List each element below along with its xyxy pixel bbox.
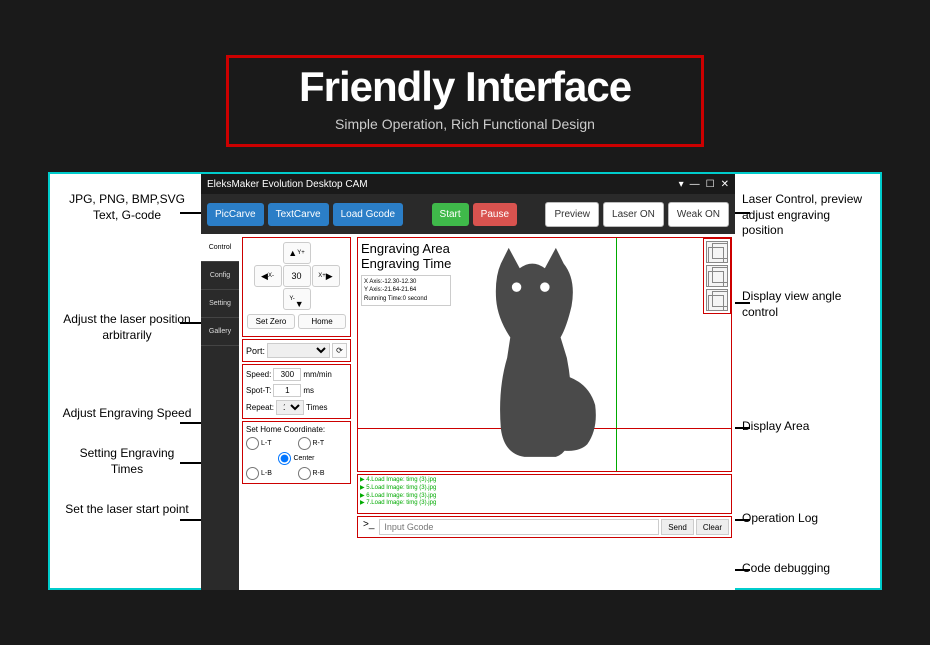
- toolbar: PicCarve TextCarve Load Gcode Start Paus…: [201, 194, 735, 234]
- stat-y: Y Axis:-21.64-21.64: [364, 286, 448, 294]
- gcode-input-row: >_ Send Clear: [357, 516, 732, 538]
- engraving-area-label: Engraving Area: [361, 241, 451, 256]
- gcode-clear-button[interactable]: Clear: [696, 519, 729, 535]
- gcode-input[interactable]: [379, 519, 659, 535]
- callout-display: Display Area: [742, 419, 872, 435]
- app-window: EleksMaker Evolution Desktop CAM ▾ — ☐ ✕…: [201, 174, 735, 590]
- view-cube-3[interactable]: [706, 289, 728, 311]
- log-line: ▶ 6.Load Image: timg (3).jpg: [360, 493, 729, 501]
- repeat-select[interactable]: 1: [276, 400, 304, 415]
- window-max-icon[interactable]: ☐: [706, 179, 715, 190]
- speed-panel: Speed: mm/min Spot-T: ms Repeat: 1 Times: [242, 364, 351, 419]
- callout-times: Setting Engraving Times: [62, 446, 192, 477]
- info-overlay: Engraving Area Engraving Time X Axis:-12…: [361, 241, 451, 306]
- home-lt[interactable]: L-T: [246, 437, 296, 450]
- start-button[interactable]: Start: [432, 203, 469, 226]
- stat-x: X Axis:-12.30-12.30: [364, 278, 448, 286]
- view-cube-1[interactable]: [706, 241, 728, 263]
- jog-x-minus[interactable]: ◀X-: [254, 265, 282, 287]
- hero-title: Friendly Interface: [289, 63, 641, 111]
- window-min-icon[interactable]: —: [690, 179, 700, 190]
- home-lb[interactable]: L-B: [246, 467, 296, 480]
- log-line: ▶ 4.Load Image: timg (3).jpg: [360, 477, 729, 485]
- callout-jog: Adjust the laser position arbitrarily: [62, 312, 192, 343]
- tab-gallery[interactable]: Gallery: [201, 318, 239, 346]
- jog-y-plus[interactable]: ▲Y+: [283, 242, 311, 264]
- callout-log: Operation Log: [742, 511, 872, 527]
- control-panel: ▲Y+ ◀X- 30 X+▶ Y-▼ Set Zero Home: [239, 234, 354, 590]
- repeat-unit: Times: [306, 403, 327, 412]
- preview-button[interactable]: Preview: [545, 202, 599, 227]
- port-label: Port:: [246, 346, 265, 356]
- speed-unit: mm/min: [303, 370, 331, 379]
- set-zero-button[interactable]: Set Zero: [247, 314, 295, 329]
- speed-label: Speed:: [246, 370, 271, 379]
- engraving-time-label: Engraving Time: [361, 256, 451, 271]
- port-row: Port: ⟳: [242, 339, 351, 362]
- app-title: EleksMaker Evolution Desktop CAM: [207, 179, 368, 190]
- home-title: Set Home Coordinate:: [246, 425, 347, 434]
- main-area: Engraving Area Engraving Time X Axis:-12…: [354, 234, 735, 590]
- home-button[interactable]: Home: [298, 314, 346, 329]
- hero-box: Friendly Interface Simple Operation, Ric…: [226, 55, 704, 147]
- canvas-area[interactable]: Engraving Area Engraving Time X Axis:-12…: [357, 237, 732, 472]
- home-center[interactable]: Center: [246, 452, 347, 465]
- tab-setting[interactable]: Setting: [201, 290, 239, 318]
- log-line: ▶ 7.Load Image: timg (3).jpg: [360, 500, 729, 508]
- view-cube-2[interactable]: [706, 265, 728, 287]
- speed-input[interactable]: [273, 368, 301, 381]
- spot-input[interactable]: [273, 384, 301, 397]
- tab-config[interactable]: Config: [201, 262, 239, 290]
- jog-y-minus[interactable]: Y-▼: [283, 288, 311, 310]
- gcode-prompt-icon: >_: [360, 519, 377, 535]
- stats-box: X Axis:-12.30-12.30 Y Axis:-21.64-21.64 …: [361, 275, 451, 306]
- spot-label: Spot-T:: [246, 386, 271, 395]
- home-rb[interactable]: R-B: [298, 467, 348, 480]
- gcode-send-button[interactable]: Send: [661, 519, 694, 535]
- sidebar: Control Config Setting Gallery: [201, 234, 239, 590]
- home-coord-panel: Set Home Coordinate: L-T R-T Center L-B …: [242, 421, 351, 484]
- titlebar: EleksMaker Evolution Desktop CAM ▾ — ☐ ✕: [201, 174, 735, 194]
- port-refresh-button[interactable]: ⟳: [332, 343, 347, 358]
- log-line: ▶ 5.Load Image: timg (3).jpg: [360, 485, 729, 493]
- window-close-icon[interactable]: ✕: [721, 179, 729, 190]
- hero-subtitle: Simple Operation, Rich Functional Design: [289, 116, 641, 144]
- jog-x-plus[interactable]: X+▶: [312, 265, 340, 287]
- callout-home: Set the laser start point: [62, 502, 192, 518]
- stat-runtime: Running Time:0 second: [364, 295, 448, 303]
- hero-banner: Friendly Interface Simple Operation, Ric…: [0, 0, 930, 172]
- pause-button[interactable]: Pause: [473, 203, 517, 226]
- laser-on-button[interactable]: Laser ON: [603, 202, 664, 227]
- load-gcode-button[interactable]: Load Gcode: [333, 203, 404, 226]
- preview-image: [468, 240, 628, 460]
- operation-log: ▶ 4.Load Image: timg (3).jpg ▶ 5.Load Im…: [357, 474, 732, 514]
- pic-carve-button[interactable]: PicCarve: [207, 203, 264, 226]
- callout-laser: Laser Control, preview adjust engraving …: [742, 192, 872, 239]
- callout-view: Display view angle control: [742, 289, 872, 320]
- spot-unit: ms: [303, 386, 314, 395]
- text-carve-button[interactable]: TextCarve: [268, 203, 329, 226]
- home-rt[interactable]: R-T: [298, 437, 348, 450]
- port-select[interactable]: [267, 343, 330, 358]
- jog-panel: ▲Y+ ◀X- 30 X+▶ Y-▼ Set Zero Home: [242, 237, 351, 337]
- window-chevron-icon[interactable]: ▾: [679, 179, 684, 190]
- jog-step-value[interactable]: 30: [283, 265, 311, 287]
- repeat-label: Repeat:: [246, 403, 274, 412]
- screenshot-frame: JPG, PNG, BMP,SVG Text, G-code Adjust th…: [48, 172, 882, 590]
- view-control-panel: [703, 238, 731, 314]
- callout-formats: JPG, PNG, BMP,SVG Text, G-code: [62, 192, 192, 223]
- tab-control[interactable]: Control: [201, 234, 239, 262]
- callout-gcode: Code debugging: [742, 561, 872, 577]
- weak-on-button[interactable]: Weak ON: [668, 202, 729, 227]
- callout-speed: Adjust Engraving Speed: [62, 406, 192, 422]
